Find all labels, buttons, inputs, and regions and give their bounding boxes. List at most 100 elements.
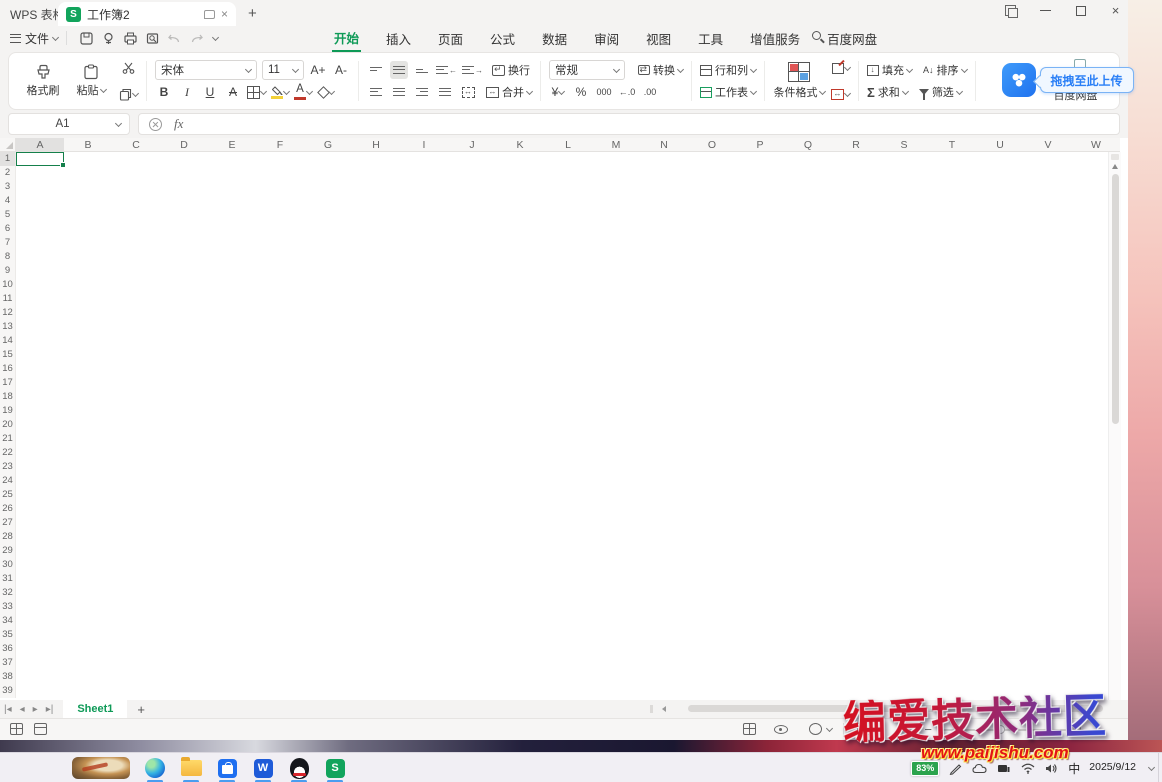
insert-function-icon[interactable] [149, 118, 162, 131]
normal-view-icon[interactable] [743, 723, 756, 735]
decrease-indent-button[interactable]: ← [436, 61, 457, 79]
row-header-6[interactable]: 6 [0, 222, 15, 236]
column-header-J[interactable]: J [448, 138, 496, 151]
cut-button[interactable] [119, 59, 138, 77]
prev-sheet-button[interactable]: ◂ [20, 704, 25, 715]
number-format-select[interactable]: 常规 [549, 60, 625, 80]
increase-decimal-button[interactable]: ←.0 [618, 83, 636, 101]
row-header-8[interactable]: 8 [0, 250, 15, 264]
ribbon-tab-视图[interactable]: 视图 [644, 26, 673, 51]
scroll-up-icon[interactable] [1112, 164, 1118, 169]
sum-button[interactable]: Σ求和 [867, 84, 908, 100]
ribbon-tab-百度网盘[interactable]: 百度网盘 [825, 26, 879, 51]
decrease-font-button[interactable]: A- [332, 61, 350, 79]
ribbon-tab-审阅[interactable]: 审阅 [592, 26, 621, 51]
column-header-L[interactable]: L [544, 138, 592, 151]
cell-style-button[interactable] [831, 85, 850, 103]
decrease-decimal-button[interactable]: .00 [641, 83, 659, 101]
row-header-3[interactable]: 3 [0, 180, 15, 194]
sort-button[interactable]: A↓排序 [923, 62, 967, 78]
row-header-25[interactable]: 25 [0, 488, 15, 502]
sheet-tab-Sheet1[interactable]: Sheet1 [63, 700, 127, 718]
row-header-35[interactable]: 35 [0, 628, 15, 642]
fill-button[interactable]: 填充 [867, 62, 912, 78]
row-header-32[interactable]: 32 [0, 586, 15, 600]
app-label[interactable]: WPS 表格 [10, 6, 65, 23]
ribbon-tab-页面[interactable]: 页面 [436, 26, 465, 51]
row-header-10[interactable]: 10 [0, 278, 15, 292]
fill-color-button[interactable] [271, 83, 289, 101]
row-header-1[interactable]: 1 [0, 152, 15, 166]
close-window-icon[interactable]: × [1109, 4, 1122, 17]
last-sheet-button[interactable]: ▸| [46, 704, 54, 715]
percent-button[interactable]: % [572, 83, 590, 101]
column-header-S[interactable]: S [880, 138, 928, 151]
row-header-39[interactable]: 39 [0, 684, 15, 698]
column-header-V[interactable]: V [1024, 138, 1072, 151]
row-header-24[interactable]: 24 [0, 474, 15, 488]
print-preview-button[interactable] [143, 29, 161, 47]
thousands-button[interactable]: 000 [595, 83, 613, 101]
column-header-B[interactable]: B [64, 138, 112, 151]
taskbar-app-edge[interactable] [144, 757, 166, 779]
output-button[interactable] [99, 29, 117, 47]
paste-button[interactable]: 粘贴 [69, 64, 113, 98]
table-style-button[interactable] [831, 59, 850, 77]
row-header-5[interactable]: 5 [0, 208, 15, 222]
font-size-select[interactable]: 11 [262, 60, 304, 80]
selected-cell-a1[interactable] [16, 152, 64, 166]
bold-button[interactable]: B [155, 83, 173, 101]
row-header-37[interactable]: 37 [0, 656, 15, 670]
undo-button[interactable] [165, 29, 183, 47]
filter-button[interactable]: 筛选 [919, 84, 962, 100]
row-header-33[interactable]: 33 [0, 600, 15, 614]
row-header-19[interactable]: 19 [0, 404, 15, 418]
scroll-left-icon[interactable] [662, 706, 666, 712]
name-box[interactable]: A1 [8, 113, 130, 135]
chevron-down-icon[interactable] [826, 725, 833, 732]
column-header-R[interactable]: R [832, 138, 880, 151]
row-header-34[interactable]: 34 [0, 614, 15, 628]
record-icon[interactable] [34, 723, 47, 735]
reading-view-icon[interactable] [774, 725, 788, 734]
align-top-button[interactable] [367, 61, 385, 79]
increase-font-button[interactable]: A+ [309, 61, 327, 79]
wrap-text-button[interactable]: 换行 [492, 62, 530, 78]
row-headers[interactable]: 1234567891011121314151617181920212223242… [0, 152, 16, 698]
row-header-11[interactable]: 11 [0, 292, 15, 306]
search-icon[interactable] [812, 31, 821, 40]
column-header-F[interactable]: F [256, 138, 304, 151]
align-left-button[interactable] [367, 83, 385, 101]
ribbon-tab-公式[interactable]: 公式 [488, 26, 517, 51]
cells-area[interactable] [16, 152, 1106, 700]
increase-indent-button[interactable]: → [462, 61, 483, 79]
spreadsheet-grid[interactable]: ABCDEFGHIJKLMNOPQRSTUVW 1234567891011121… [0, 138, 1128, 700]
next-sheet-button[interactable]: ▸ [33, 704, 38, 715]
row-header-12[interactable]: 12 [0, 306, 15, 320]
row-header-13[interactable]: 13 [0, 320, 15, 334]
row-header-31[interactable]: 31 [0, 572, 15, 586]
ime-indicator[interactable]: 中 [1068, 760, 1080, 777]
row-header-28[interactable]: 28 [0, 530, 15, 544]
row-header-9[interactable]: 9 [0, 264, 15, 278]
file-menu-button[interactable]: 文件 [10, 30, 58, 47]
align-middle-button[interactable] [390, 61, 408, 79]
column-header-M[interactable]: M [592, 138, 640, 151]
taskbar-app-explorer[interactable] [180, 757, 202, 779]
window-layout-icon[interactable] [1005, 5, 1016, 16]
redo-button[interactable] [187, 29, 205, 47]
row-header-27[interactable]: 27 [0, 516, 15, 530]
row-header-14[interactable]: 14 [0, 334, 15, 348]
row-header-20[interactable]: 20 [0, 418, 15, 432]
split-handle[interactable] [650, 705, 653, 713]
conditional-format-button[interactable]: 条件格式 [773, 62, 825, 100]
document-tab[interactable]: S 工作簿2 × [58, 2, 236, 26]
maximize-icon[interactable] [1076, 6, 1086, 16]
row-header-4[interactable]: 4 [0, 194, 15, 208]
column-header-H[interactable]: H [352, 138, 400, 151]
row-header-17[interactable]: 17 [0, 376, 15, 390]
pin-icon[interactable] [204, 10, 215, 19]
font-name-select[interactable]: 宋体 [155, 60, 257, 80]
split-handle[interactable] [1111, 154, 1119, 160]
taskbar-app-store[interactable] [216, 757, 238, 779]
